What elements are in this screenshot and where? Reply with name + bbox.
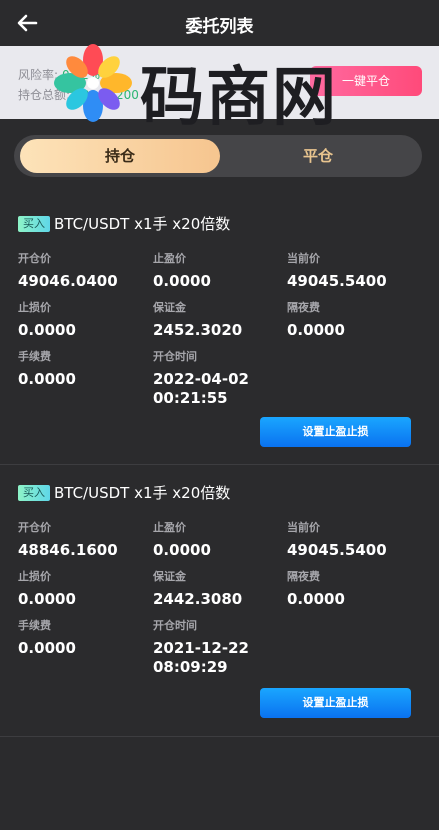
current-price: 当前价 49045.5400 xyxy=(287,250,417,291)
open-price-label: 开仓价 xyxy=(18,252,51,265)
handling-fee: 手续费 0.0000 xyxy=(18,348,148,389)
open-price-value: 49046.0400 xyxy=(18,272,118,290)
margin: 保证金 2452.3020 xyxy=(153,299,283,340)
open-date: 2021-12-22 xyxy=(153,639,249,657)
take-profit-value: 0.0000 xyxy=(153,541,211,559)
open-time: 开仓时间 2021-12-22 08:09:29 xyxy=(153,617,283,677)
open-clock: 00:21:55 xyxy=(153,389,228,407)
current-price-value: 49045.5400 xyxy=(287,541,387,559)
margin-value: 2442.3080 xyxy=(153,590,243,608)
order-card: 买入 BTC/USDT x1手 x20倍数 开仓价 48846.1600 止盈价 0.… xyxy=(0,465,439,737)
open-price: 开仓价 49046.0400 xyxy=(18,250,148,291)
tab-closed[interactable]: 平仓 xyxy=(218,139,418,173)
open-time-value: 2022-04-02 00:21:55 xyxy=(153,370,283,408)
stop-loss-label: 止损价 xyxy=(18,301,51,314)
open-time: 开仓时间 2022-04-02 00:21:55 xyxy=(153,348,283,408)
order-header: 买入 BTC/USDT x1手 x20倍数 xyxy=(18,213,230,233)
open-date: 2022-04-02 xyxy=(153,370,249,388)
handling-fee-label: 手续费 xyxy=(18,619,51,632)
open-time-label: 开仓时间 xyxy=(153,350,197,363)
take-profit-value: 0.0000 xyxy=(153,272,211,290)
open-clock: 08:09:29 xyxy=(153,658,228,676)
stop-loss-label: 止损价 xyxy=(18,570,51,583)
pinwheel-logo-icon xyxy=(54,44,132,122)
overnight-fee: 隔夜费 0.0000 xyxy=(287,568,417,609)
overnight-fee-label: 隔夜费 xyxy=(287,301,320,314)
overnight-fee: 隔夜费 0.0000 xyxy=(287,299,417,340)
overnight-fee-value: 0.0000 xyxy=(287,321,345,339)
watermark-logo: 码商网 xyxy=(52,40,362,135)
position-tabs: 持仓 平仓 xyxy=(14,135,422,177)
open-price-value: 48846.1600 xyxy=(18,541,118,559)
current-price-label: 当前价 xyxy=(287,521,320,534)
stop-loss: 止损价 0.0000 xyxy=(18,299,148,340)
order-card: 买入 BTC/USDT x1手 x20倍数 开仓价 49046.0400 止盈价 0.… xyxy=(0,196,439,465)
margin-label: 保证金 xyxy=(153,301,186,314)
open-price-label: 开仓价 xyxy=(18,521,51,534)
buy-badge: 买入 xyxy=(18,484,50,501)
open-time-value: 2021-12-22 08:09:29 xyxy=(153,639,283,677)
order-header: 买入 BTC/USDT x1手 x20倍数 xyxy=(18,482,230,502)
overnight-fee-value: 0.0000 xyxy=(287,590,345,608)
watermark-text: 码商网 xyxy=(140,61,338,135)
buy-badge: 买入 xyxy=(18,215,50,232)
page-title: 委托列表 xyxy=(185,17,254,37)
handling-fee-label: 手续费 xyxy=(18,350,51,363)
current-price: 当前价 49045.5400 xyxy=(287,519,417,560)
handling-fee-value: 0.0000 xyxy=(18,370,76,388)
stop-loss-value: 0.0000 xyxy=(18,590,76,608)
set-tp-sl-button[interactable]: 设置止盈止损 xyxy=(260,688,411,718)
tab-holding[interactable]: 持仓 xyxy=(20,139,220,173)
current-price-label: 当前价 xyxy=(287,252,320,265)
take-profit-label: 止盈价 xyxy=(153,252,186,265)
handling-fee: 手续费 0.0000 xyxy=(18,617,148,658)
open-price: 开仓价 48846.1600 xyxy=(18,519,148,560)
stop-loss: 止损价 0.0000 xyxy=(18,568,148,609)
margin: 保证金 2442.3080 xyxy=(153,568,283,609)
order-pair: BTC/USDT x1手 x20倍数 xyxy=(54,215,231,233)
overnight-fee-label: 隔夜费 xyxy=(287,570,320,583)
order-pair: BTC/USDT x1手 x20倍数 xyxy=(54,484,231,502)
open-time-label: 开仓时间 xyxy=(153,619,197,632)
margin-value: 2452.3020 xyxy=(153,321,243,339)
current-price-value: 49045.5400 xyxy=(287,272,387,290)
take-profit: 止盈价 0.0000 xyxy=(153,519,283,560)
set-tp-sl-button[interactable]: 设置止盈止损 xyxy=(260,417,411,447)
margin-label: 保证金 xyxy=(153,570,186,583)
handling-fee-value: 0.0000 xyxy=(18,639,76,657)
take-profit: 止盈价 0.0000 xyxy=(153,250,283,291)
take-profit-label: 止盈价 xyxy=(153,521,186,534)
stop-loss-value: 0.0000 xyxy=(18,321,76,339)
